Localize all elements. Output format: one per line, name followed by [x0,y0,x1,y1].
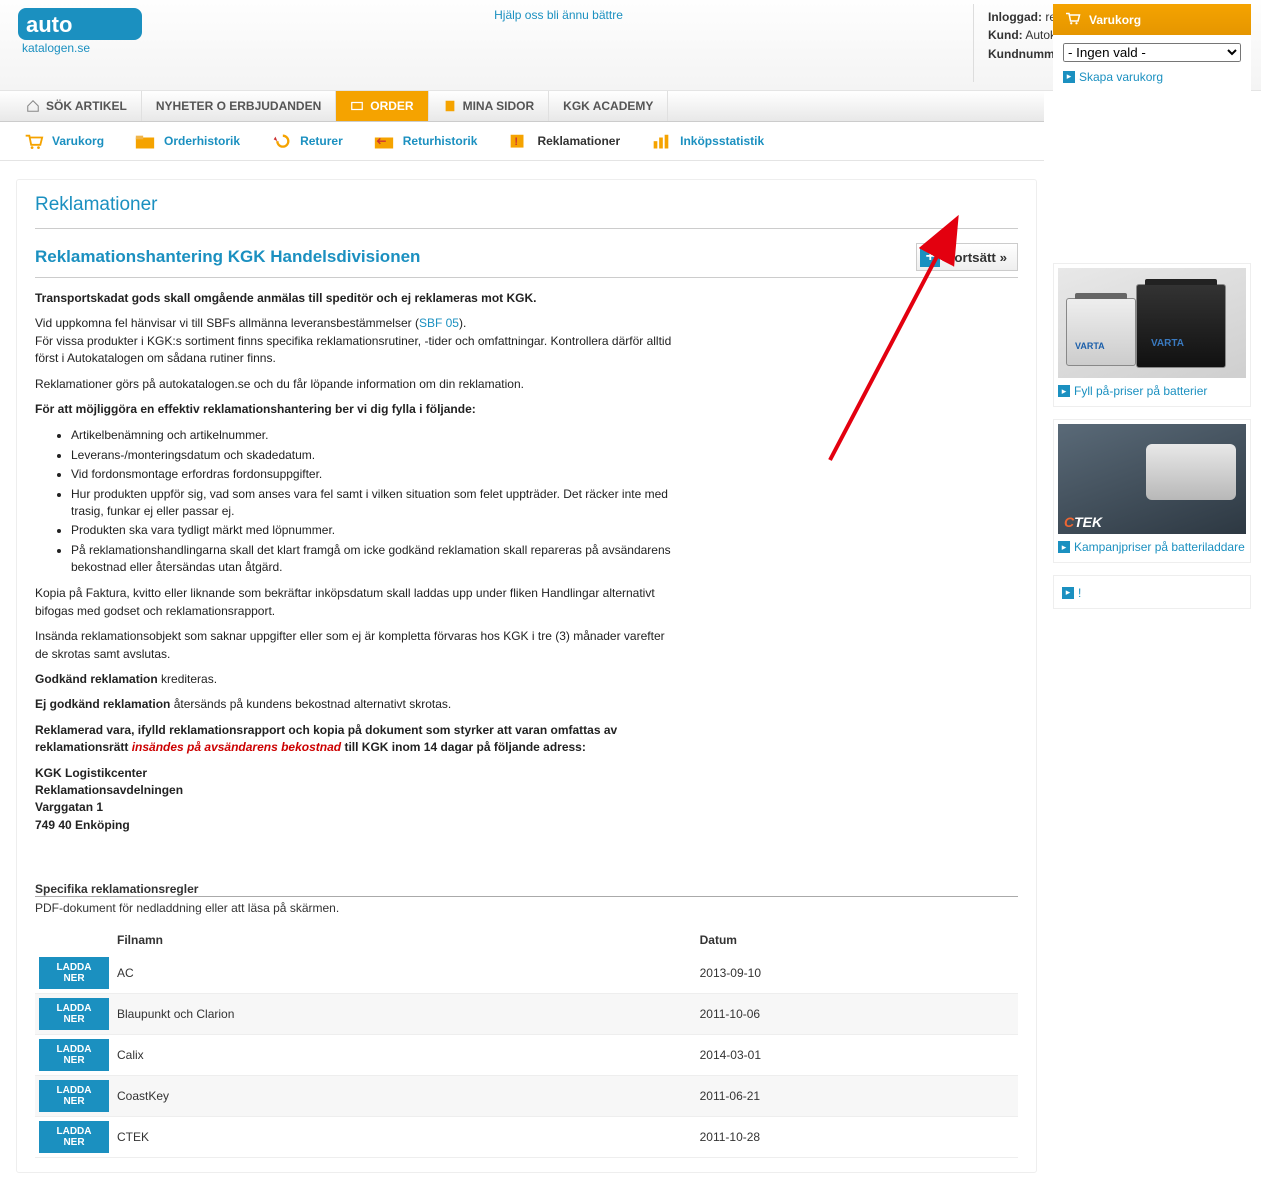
table-row: LADDA NERAC2013-09-10 [35,953,1018,994]
p-sbf: Vid uppkomna fel hänvisar vi till SBFs a… [35,315,675,367]
file-date: 2011-10-28 [696,1117,1018,1158]
table-row: LADDA NERBlaupunkt och Clarion2011-10-06 [35,994,1018,1035]
p-godkand: Godkänd reklamation krediteras. [35,671,675,688]
home-icon [26,99,40,113]
requirements-list: Artikelbenämning och artikelnummer. Leve… [71,426,675,577]
return-icon [270,132,292,150]
download-button[interactable]: LADDA NER [39,1039,109,1071]
list-item: Leverans-/monteringsdatum och skadedatum… [71,446,675,465]
list-item: Artikelbenämning och artikelnummer. [71,426,675,445]
rules-sub: PDF-dokument för nedladdning eller att l… [35,901,1018,915]
file-name: AC [113,953,696,994]
stats-icon [650,132,672,150]
p-insanda: Insända reklamationsobjekt som saknar up… [35,628,675,663]
file-date: 2014-03-01 [696,1035,1018,1076]
p-reklamerad: Reklamerad vara, ifylld reklamationsrapp… [35,722,675,757]
subnav-orderhistorik[interactable]: Orderhistorik [124,122,260,160]
page-title: Reklamationer [35,194,1018,229]
arrow-icon: ▸ [1062,587,1074,599]
p-transport: Transportskadat gods skall omgående anmä… [35,290,675,307]
mini-alert[interactable]: ▸ ! [1053,575,1251,609]
nav-sok-artikel[interactable]: SÖK ARTIKEL [12,91,142,121]
help-link[interactable]: Hjälp oss bli ännu bättre [494,8,623,22]
subnav-reklamationer[interactable]: ! Reklamationer [497,122,640,160]
svg-text:auto: auto [26,12,72,37]
file-name: CoastKey [113,1076,696,1117]
sbf-link[interactable]: SBF 05 [419,316,459,330]
skapa-varukorg-link[interactable]: ▸Skapa varukorg [1063,70,1163,84]
p-info: Reklamationer görs på autokatalogen.se o… [35,376,675,393]
section-title: Reklamationshantering KGK Handelsdivisio… [35,247,916,267]
file-date: 2013-09-10 [696,953,1018,994]
svg-text:katalogen.se: katalogen.se [22,41,90,55]
file-name: Calix [113,1035,696,1076]
promo-batteries[interactable]: VARTA VARTA ▸Fyll på-priser på batterier [1053,263,1251,407]
col-filename: Filnamn [113,927,696,953]
list-item: Vid fordonsmontage erfordras fordonsuppg… [71,465,675,484]
nav-nyheter[interactable]: NYHETER O ERBJUDANDEN [142,91,336,121]
arrow-icon: ▸ [1063,71,1075,83]
arrow-icon: ▸ [1058,385,1070,397]
svg-text:!: ! [515,136,519,148]
files-table: Filnamn Datum LADDA NERAC2013-09-10LADDA… [35,927,1018,1158]
nav-order[interactable]: ORDER [336,91,428,121]
address: KGK Logistikcenter Reklamationsavdelning… [35,765,675,835]
fortsatt-button[interactable]: + Fortsätt » [916,243,1018,271]
logged-in-label: Inloggad: [988,10,1042,24]
download-button[interactable]: LADDA NER [39,1121,109,1153]
nav-mina-sidor[interactable]: MINA SIDOR [429,91,550,121]
cart-select[interactable]: - Ingen vald - [1063,43,1241,62]
list-item: Hur produkten uppför sig, vad som anses … [71,485,675,522]
p-ej-godkand: Ej godkänd reklamation återsänds på kund… [35,696,675,713]
file-name: Blaupunkt och Clarion [113,994,696,1035]
table-row: LADDA NERCoastKey2011-06-21 [35,1076,1018,1117]
subnav-varukorg[interactable]: Varukorg [12,122,124,160]
folder-icon [134,132,156,150]
alert-icon: ! [507,132,529,150]
cart-icon [350,99,364,113]
table-row: LADDA NERCalix2014-03-01 [35,1035,1018,1076]
file-date: 2011-10-06 [696,994,1018,1035]
p-effektiv: För att möjliggöra en effektiv reklamati… [35,401,675,418]
col-date: Datum [696,927,1018,953]
file-date: 2011-06-21 [696,1076,1018,1117]
cart-header: Varukorg [1053,4,1251,35]
download-button[interactable]: LADDA NER [39,957,109,989]
cart-icon [1063,10,1081,29]
subnav-returhistorik[interactable]: Returhistorik [363,122,498,160]
kund-label: Kund: [988,28,1023,42]
p-kopia: Kopia på Faktura, kvitto eller liknande … [35,585,675,620]
promo-chargers-link[interactable]: ▸Kampanjpriser på batteriladdare [1058,534,1246,554]
list-item: Produkten ska vara tydligt märkt med löp… [71,521,675,540]
doc-icon [443,99,457,113]
sub-nav: Varukorg Orderhistorik Returer Returhist… [0,122,1044,161]
download-button[interactable]: LADDA NER [39,1080,109,1112]
main-nav: SÖK ARTIKEL NYHETER O ERBJUDANDEN ORDER … [0,91,1044,122]
cart-icon [22,132,44,150]
body-text: Transportskadat gods skall omgående anmä… [35,290,675,834]
nav-kgk-academy[interactable]: KGK ACADEMY [549,91,668,121]
promo-image: VARTA VARTA [1058,268,1246,378]
list-item: På reklamationshandlingarna skall det kl… [71,541,675,578]
table-row: LADDA NERCTEK2011-10-28 [35,1117,1018,1158]
file-name: CTEK [113,1117,696,1158]
arrow-icon: ▸ [1058,541,1070,553]
logo[interactable]: auto katalogen.se [16,4,144,56]
rules-title: Specifika reklamationsregler [35,882,1018,897]
plus-icon: + [920,247,940,267]
download-button[interactable]: LADDA NER [39,998,109,1030]
promo-image: CTEK [1058,424,1246,534]
promo-chargers[interactable]: CTEK ▸Kampanjpriser på batteriladdare [1053,419,1251,563]
subnav-returer[interactable]: Returer [260,122,363,160]
promo-batteries-link[interactable]: ▸Fyll på-priser på batterier [1058,378,1246,398]
subnav-inkopsstatistik[interactable]: Inköpsstatistik [640,122,784,160]
folder-return-icon [373,132,395,150]
